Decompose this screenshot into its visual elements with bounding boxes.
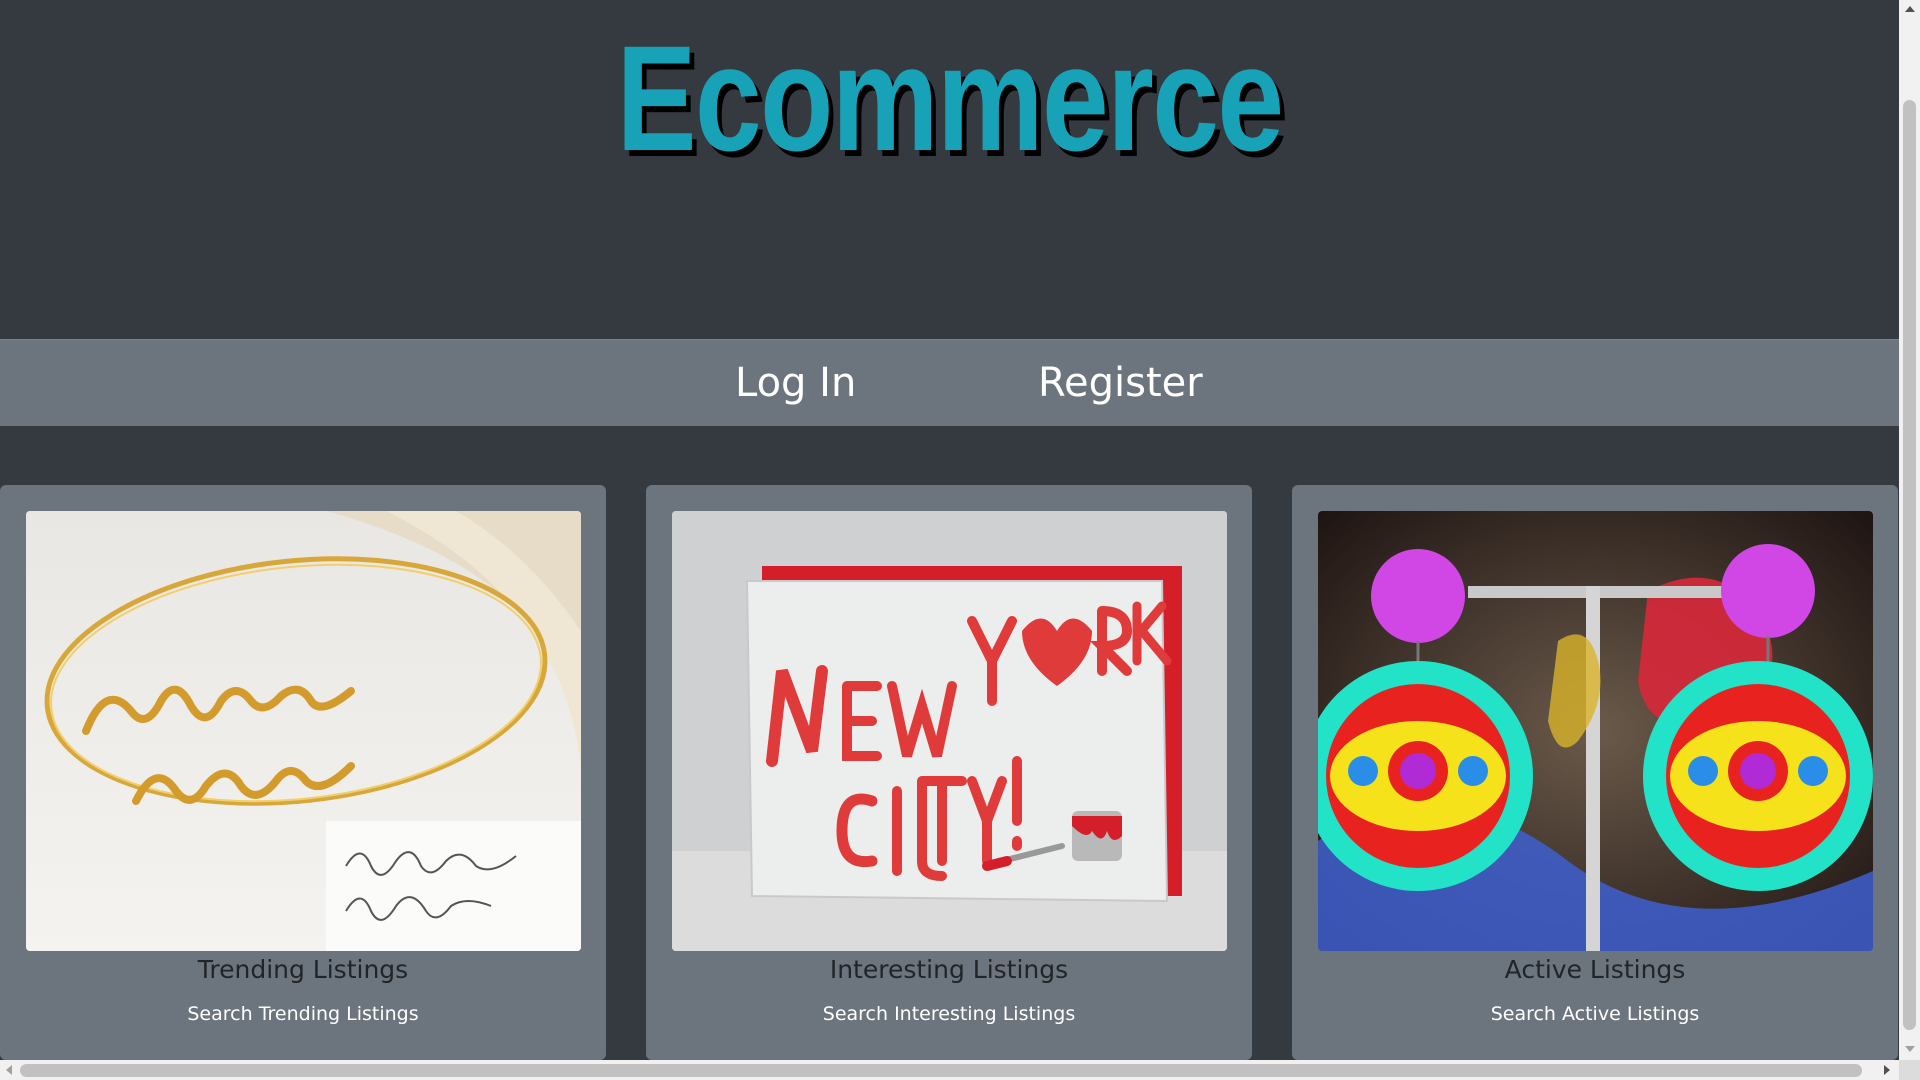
site-header: Ecommerce xyxy=(0,0,1899,339)
register-link[interactable]: Register xyxy=(1038,340,1203,426)
vertical-scroll-thumb[interactable] xyxy=(1903,100,1916,1030)
bracelet-photo xyxy=(26,511,581,951)
scroll-right-arrow-icon[interactable] xyxy=(1884,1065,1890,1075)
search-interesting-listings-link[interactable]: Search Interesting Listings xyxy=(646,999,1252,1029)
search-trending-listings-link[interactable]: Search Trending Listings xyxy=(0,999,606,1029)
main-nav: Log In Register xyxy=(0,339,1899,426)
earrings-photo xyxy=(1318,511,1873,951)
active-listings-title: Active Listings xyxy=(1504,955,1686,984)
horizontal-scroll-thumb[interactable] xyxy=(20,1064,1862,1077)
page-viewport: Ecommerce Log In Register Trending Listi… xyxy=(0,0,1899,1060)
active-listings-card: Active Listings Search Active Listings xyxy=(1292,485,1898,1060)
interesting-listings-card: Interesting Listings Search Interesting … xyxy=(646,485,1252,1060)
interesting-listings-title: Interesting Listings xyxy=(829,955,1069,984)
greeting-card-photo xyxy=(672,511,1227,951)
trending-listings-card: Trending Listings Search Trending Listin… xyxy=(0,485,606,1060)
scroll-left-arrow-icon[interactable] xyxy=(6,1065,12,1075)
horizontal-scrollbar[interactable] xyxy=(0,1060,1899,1080)
login-link[interactable]: Log In xyxy=(735,340,856,426)
trending-listings-title: Trending Listings xyxy=(197,955,409,984)
trending-listings-image[interactable] xyxy=(26,511,581,951)
vertical-scrollbar[interactable] xyxy=(1899,0,1920,1060)
site-title: Ecommerce xyxy=(616,14,1285,182)
scroll-down-arrow-icon[interactable] xyxy=(1905,1046,1915,1052)
scrollbar-corner xyxy=(1899,1060,1920,1080)
active-listings-image[interactable] xyxy=(1318,511,1873,951)
search-active-listings-link[interactable]: Search Active Listings xyxy=(1292,999,1898,1029)
interesting-listings-image[interactable] xyxy=(672,511,1227,951)
scroll-up-arrow-icon[interactable] xyxy=(1905,6,1915,12)
